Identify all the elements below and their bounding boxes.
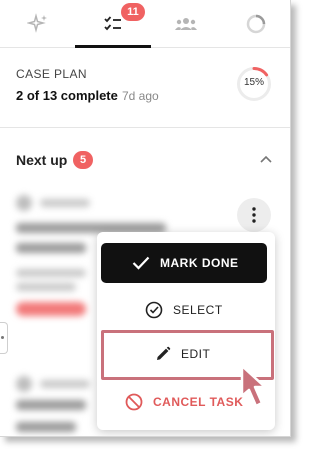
cancel-icon — [125, 393, 143, 411]
tab-progress[interactable] — [221, 0, 290, 48]
progress-ring-icon — [246, 14, 266, 34]
case-plan-updated-time: 7d ago — [122, 89, 159, 103]
kebab-menu-icon — [252, 207, 256, 223]
mark-done-label: MARK DONE — [160, 256, 239, 270]
checklist-icon — [104, 16, 121, 31]
next-up-title: Next up — [16, 152, 68, 168]
task-card-blurred-2[interactable] — [0, 370, 100, 436]
check-circle-icon — [145, 301, 163, 319]
case-plan-percent: 15% — [243, 77, 264, 88]
mark-done-button[interactable]: MARK DONE — [101, 243, 267, 283]
case-plan-section[interactable]: CASE PLAN 2 of 13 complete 7d ago 15% — [0, 48, 290, 128]
chevron-up-icon[interactable] — [259, 154, 273, 164]
select-label: SELECT — [173, 303, 223, 317]
select-menu-item[interactable]: SELECT — [101, 290, 267, 330]
case-plan-title: CASE PLAN — [16, 67, 87, 81]
side-drawer-handle[interactable] — [0, 322, 8, 354]
people-icon — [175, 18, 197, 30]
next-up-count-badge: 5 — [73, 151, 93, 169]
task-more-options-button[interactable] — [237, 198, 271, 232]
tab-sparkle[interactable] — [0, 0, 75, 48]
tab-people[interactable] — [151, 0, 221, 48]
case-plan-progress-text: 2 of 13 complete — [16, 88, 118, 103]
checkmark-icon — [132, 256, 150, 270]
sparkle-icon — [26, 13, 47, 33]
pointer-arrow-icon — [240, 364, 267, 408]
tasks-count-badge: 11 — [121, 3, 145, 21]
tab-bar: 11 — [0, 0, 290, 48]
